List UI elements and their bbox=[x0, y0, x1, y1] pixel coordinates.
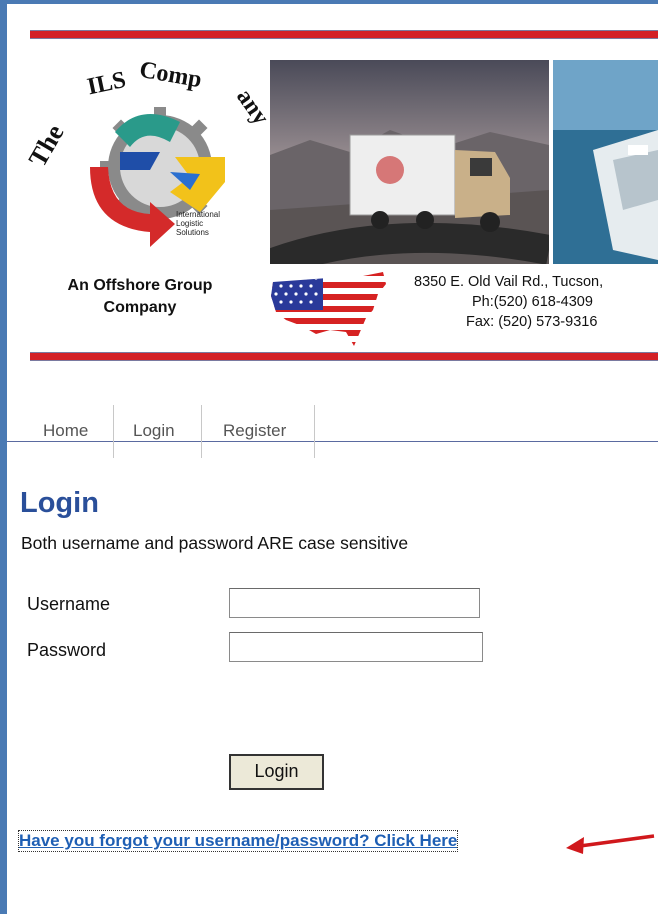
nav-item-login[interactable]: Login bbox=[133, 405, 175, 458]
header-top-rule bbox=[30, 30, 658, 39]
company-address: 8350 E. Old Vail Rd., Tucson, Ph:(520) 6… bbox=[400, 272, 658, 332]
svg-text:ILS: ILS bbox=[85, 67, 128, 100]
svg-text:International: International bbox=[176, 210, 220, 219]
us-flag-map-icon bbox=[271, 272, 386, 346]
nav-underline bbox=[7, 441, 658, 442]
company-tagline: An Offshore Group Company bbox=[30, 275, 250, 319]
nav-item-register[interactable]: Register bbox=[223, 405, 286, 458]
tagline-line-2: Company bbox=[103, 299, 177, 316]
username-input[interactable] bbox=[229, 588, 480, 618]
page-title: Login bbox=[20, 487, 99, 519]
window-frame-top bbox=[0, 0, 658, 4]
tagline-line-1: An Offshore Group bbox=[67, 277, 213, 294]
svg-text:The: The bbox=[23, 120, 70, 172]
address-phone: Ph:(520) 618-4309 bbox=[472, 294, 593, 310]
nav-separator bbox=[113, 405, 114, 458]
nav-separator bbox=[314, 405, 315, 458]
password-input[interactable] bbox=[229, 632, 483, 662]
header-bottom-rule bbox=[30, 352, 658, 361]
login-button[interactable]: Login bbox=[229, 754, 324, 790]
svg-text:any: any bbox=[231, 84, 270, 130]
nav-separator bbox=[201, 405, 202, 458]
username-label: Username bbox=[27, 594, 111, 614]
cruise-ship-photo bbox=[553, 60, 658, 264]
address-fax: Fax: (520) 573-9316 bbox=[466, 314, 598, 330]
annotation-arrow-icon bbox=[566, 834, 655, 854]
password-label: Password bbox=[27, 640, 107, 660]
svg-text:Comp: Comp bbox=[137, 62, 203, 93]
forgot-credentials-link[interactable]: Have you forgot your username/password? … bbox=[17, 830, 459, 852]
address-street: 8350 E. Old Vail Rd., Tucson, bbox=[414, 274, 604, 290]
nav-item-home[interactable]: Home bbox=[43, 405, 88, 458]
ils-company-logo: The ILS Comp any International Logistic … bbox=[23, 62, 270, 247]
truck-photo bbox=[270, 60, 549, 264]
window-frame-left bbox=[0, 0, 7, 914]
login-description: Both username and password ARE case sens… bbox=[21, 533, 409, 553]
svg-text:Solutions: Solutions bbox=[176, 228, 209, 237]
svg-text:Logistic: Logistic bbox=[176, 219, 203, 228]
